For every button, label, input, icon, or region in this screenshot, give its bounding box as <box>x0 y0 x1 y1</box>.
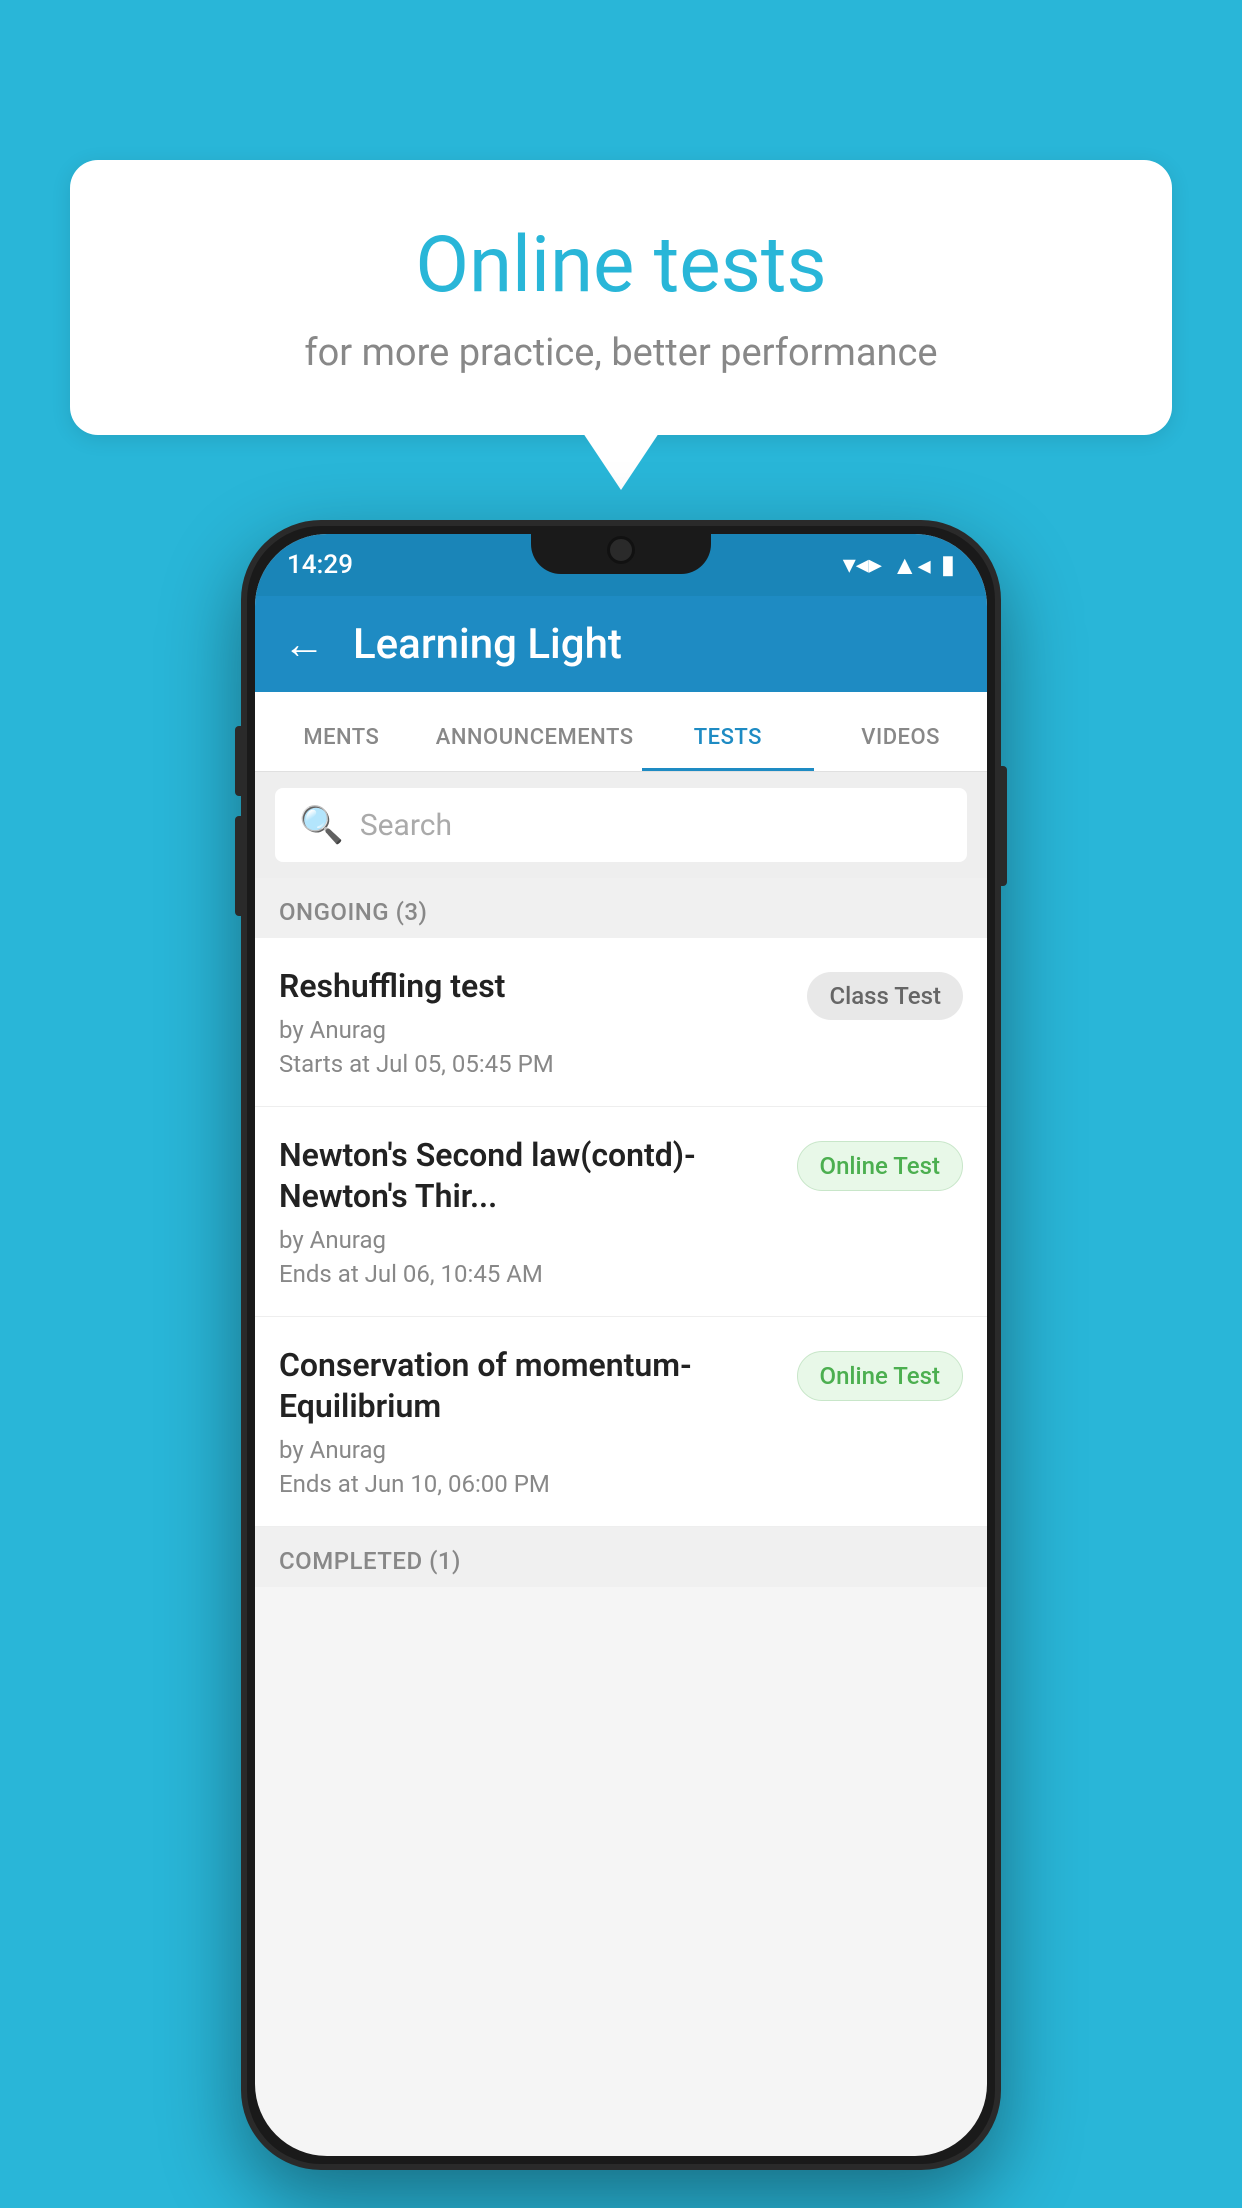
vol-up-button <box>235 726 245 796</box>
back-button[interactable]: ← <box>283 620 325 669</box>
test-author-2: by Anurag <box>279 1226 777 1254</box>
test-info-1: Reshuffling test by Anurag Starts at Jul… <box>279 966 807 1078</box>
test-time-3: Ends at Jun 10, 06:00 PM <box>279 1470 777 1498</box>
status-icons: ▾◂▸ ▲◂ ▮ <box>843 550 955 581</box>
test-item-1[interactable]: Reshuffling test by Anurag Starts at Jul… <box>255 938 987 1107</box>
wifi-icon: ▾◂▸ <box>843 550 882 580</box>
test-item-3[interactable]: Conservation of momentum-Equilibrium by … <box>255 1317 987 1527</box>
completed-section-header: COMPLETED (1) <box>255 1527 987 1587</box>
completed-section-title: COMPLETED (1) <box>279 1547 461 1575</box>
test-name-3: Conservation of momentum-Equilibrium <box>279 1345 777 1428</box>
test-time-2: Ends at Jul 06, 10:45 AM <box>279 1260 777 1288</box>
ongoing-section-header: ONGOING (3) <box>255 878 987 938</box>
test-time-1: Starts at Jul 05, 05:45 PM <box>279 1050 787 1078</box>
speech-bubble: Online tests for more practice, better p… <box>70 160 1172 435</box>
test-author-1: by Anurag <box>279 1016 787 1044</box>
ongoing-section-title: ONGOING (3) <box>279 898 427 926</box>
signal-icon: ▲◂ <box>892 550 931 581</box>
tab-announcements[interactable]: ANNOUNCEMENTS <box>428 725 642 771</box>
front-camera <box>607 536 635 564</box>
phone-screen: 14:29 ▾◂▸ ▲◂ ▮ ← Learning Light MENTS AN… <box>255 534 987 2156</box>
tabs-bar: MENTS ANNOUNCEMENTS TESTS VIDEOS <box>255 692 987 772</box>
phone-mockup: 14:29 ▾◂▸ ▲◂ ▮ ← Learning Light MENTS AN… <box>241 520 1001 2170</box>
tab-videos[interactable]: VIDEOS <box>814 725 987 771</box>
tests-list: Reshuffling test by Anurag Starts at Jul… <box>255 938 987 1527</box>
test-badge-3: Online Test <box>797 1351 963 1401</box>
status-time: 14:29 <box>287 550 353 580</box>
tab-ments[interactable]: MENTS <box>255 725 428 771</box>
phone-frame: 14:29 ▾◂▸ ▲◂ ▮ ← Learning Light MENTS AN… <box>241 520 1001 2170</box>
tab-tests[interactable]: TESTS <box>642 725 815 771</box>
search-placeholder: Search <box>360 808 452 843</box>
phone-notch <box>531 526 711 574</box>
battery-icon: ▮ <box>941 550 955 580</box>
speech-bubble-container: Online tests for more practice, better p… <box>70 160 1172 435</box>
test-item-2[interactable]: Newton's Second law(contd)-Newton's Thir… <box>255 1107 987 1317</box>
test-name-2: Newton's Second law(contd)-Newton's Thir… <box>279 1135 777 1218</box>
test-info-3: Conservation of momentum-Equilibrium by … <box>279 1345 797 1498</box>
test-badge-1: Class Test <box>807 972 963 1020</box>
app-header: ← Learning Light <box>255 596 987 692</box>
power-button <box>997 766 1007 886</box>
search-bar[interactable]: 🔍 Search <box>275 788 967 862</box>
search-icon: 🔍 <box>299 804 344 846</box>
test-badge-2: Online Test <box>797 1141 963 1191</box>
app-title: Learning Light <box>353 620 622 669</box>
search-container: 🔍 Search <box>255 772 987 878</box>
vol-down-button <box>235 816 245 916</box>
bubble-title: Online tests <box>150 220 1092 311</box>
test-info-2: Newton's Second law(contd)-Newton's Thir… <box>279 1135 797 1288</box>
test-name-1: Reshuffling test <box>279 966 787 1008</box>
bubble-subtitle: for more practice, better performance <box>150 331 1092 375</box>
test-author-3: by Anurag <box>279 1436 777 1464</box>
